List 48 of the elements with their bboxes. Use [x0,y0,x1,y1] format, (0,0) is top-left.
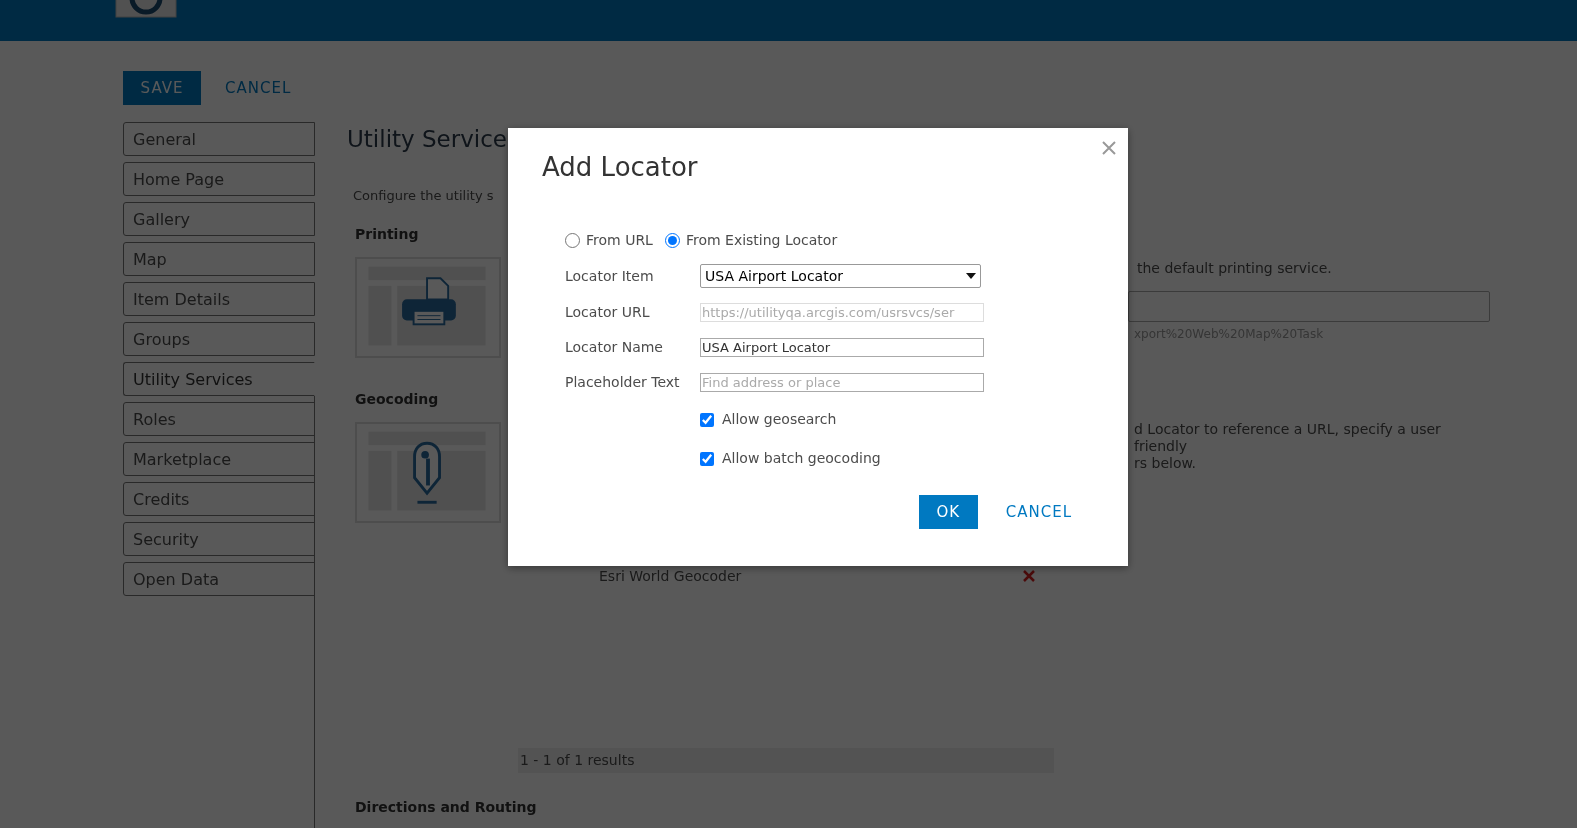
results-count: 1 - 1 of 1 results [518,747,1054,773]
section-heading: Directions and Routing [355,797,537,817]
delete-icon[interactable] [1023,570,1035,582]
geocoding-description-line: rs below. [1134,454,1198,472]
sidebar-item[interactable]: Map [123,242,315,276]
sidebar-item[interactable]: Credits [123,482,315,516]
save-button[interactable]: SAVE [123,71,201,105]
field-label: Locator Item [565,266,655,286]
ok-button[interactable]: OK [918,495,978,530]
close-icon[interactable] [1101,140,1117,156]
sidebar-item[interactable]: Home Page [123,162,315,196]
map-pin-thumbnail-icon [355,421,501,523]
checkbox[interactable] [700,451,714,466]
cancel-button[interactable]: CANCEL [219,75,298,101]
checkbox-label: Allow geosearch [722,410,837,430]
sidebar-item[interactable]: Security [123,522,315,556]
radio-button[interactable] [565,233,580,249]
page-title: Utility Service [347,125,507,154]
sidebar-item[interactable]: Utility Services [123,362,315,396]
sidebar-item[interactable]: Roles [123,402,315,436]
sidebar-item[interactable]: Open Data [123,562,315,596]
intro-text: Configure the utility s [353,187,494,205]
checkbox[interactable] [700,412,714,427]
sidebar-item[interactable]: Marketplace [123,442,315,476]
section-heading: Printing [355,224,419,244]
dropdown[interactable]: USA Airport Locator [700,264,981,289]
dialog-title: Add Locator [542,152,698,184]
locator-name: Esri World Geocoder [599,566,742,586]
sidebar-item[interactable]: Item Details [123,282,315,316]
radio-label: From Existing Locator [685,231,838,251]
printer-thumbnail-icon [355,256,501,358]
text-field[interactable]: USA Airport Locator [700,338,984,358]
caret-icon [966,273,976,280]
radio-label: From URL [586,231,653,251]
printing-description: the default printing service. [1136,258,1333,278]
sidebar-item[interactable]: General [123,122,315,156]
print-url-field[interactable] [1128,290,1490,322]
dropdown-value: USA Airport Locator [705,266,843,286]
cancel-button[interactable]: CANCEL [1005,500,1072,524]
radio-button[interactable] [664,233,680,249]
section-heading: Geocoding [355,389,439,409]
sidebar-item[interactable]: Gallery [123,202,315,236]
field-label: Locator URL [565,303,651,323]
text-field[interactable]: Find address or place [700,373,984,393]
field-label: Locator Name [565,338,664,358]
checkbox-label: Allow batch geocoding [722,449,881,469]
sidebar-item[interactable]: Groups [123,322,315,356]
field-label: Placeholder Text [565,373,681,393]
